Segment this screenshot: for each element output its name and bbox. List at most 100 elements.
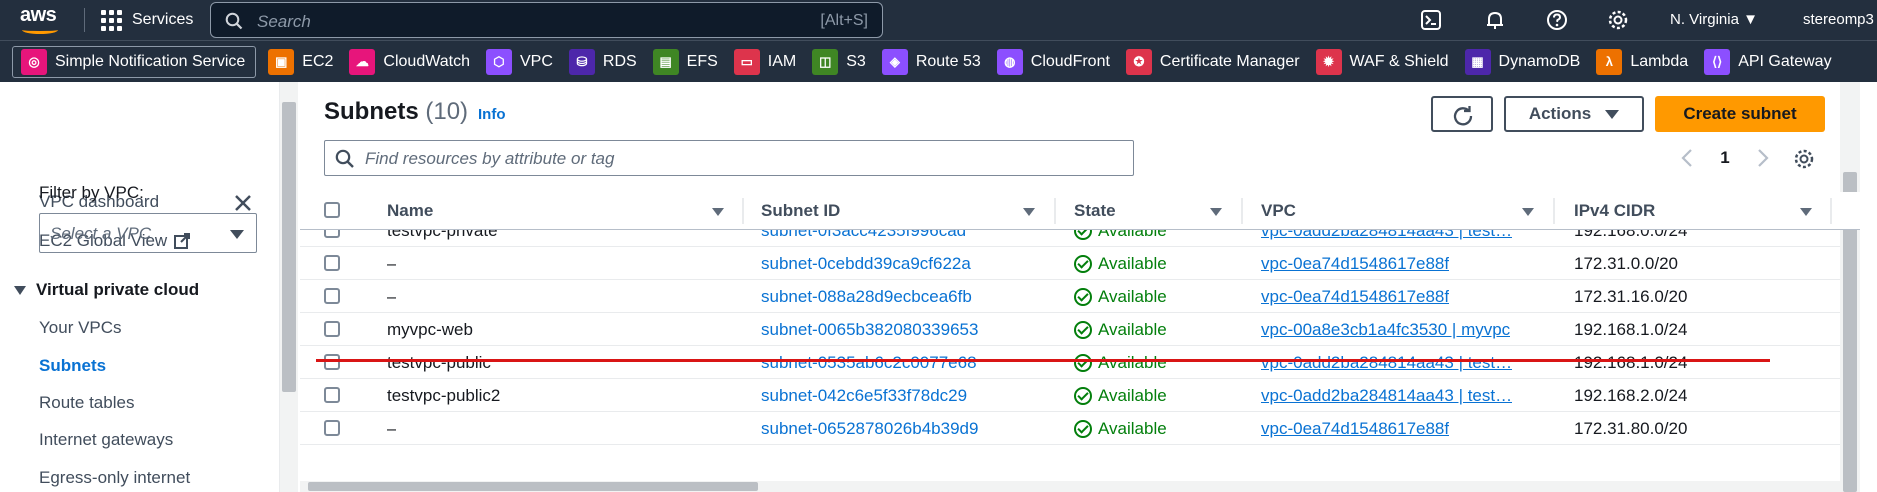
favorite-efs[interactable]: ▤ EFS bbox=[649, 46, 730, 78]
notifications-bell-icon[interactable] bbox=[1484, 9, 1506, 31]
sort-icon[interactable] bbox=[712, 208, 724, 216]
table-row[interactable]: – subnet-088a28d9ecbcea6fb Available vpc-0e… bbox=[300, 280, 1860, 313]
column-header-subnet-id[interactable]: Subnet ID bbox=[761, 201, 840, 221]
sidebar-scrollbar[interactable] bbox=[280, 82, 298, 492]
favorite-route-53[interactable]: ◈ Route 53 bbox=[878, 46, 993, 78]
aws-logo[interactable]: aws bbox=[20, 4, 62, 34]
cloudshell-icon[interactable] bbox=[1420, 9, 1442, 31]
favorite-s3[interactable]: ◫ S3 bbox=[808, 46, 878, 78]
cell-subnet-id-link[interactable]: subnet-0065b382080339653 bbox=[761, 320, 978, 340]
favorite-api-gateway[interactable]: ⟨⟩ API Gateway bbox=[1700, 46, 1843, 78]
aws-logo-text: aws bbox=[20, 4, 57, 26]
table-row[interactable]: myvpc-web subnet-0065b382080339653 Availab… bbox=[300, 313, 1860, 346]
global-search-input[interactable]: Search [Alt+S] bbox=[210, 2, 883, 38]
table-row[interactable]: – subnet-0cebdd39ca9cf622a Available vpc-0e… bbox=[300, 247, 1860, 280]
search-placeholder: Search bbox=[257, 12, 311, 31]
service-icon: ◎ bbox=[21, 48, 47, 75]
column-divider[interactable] bbox=[1830, 198, 1832, 224]
column-divider[interactable] bbox=[1553, 198, 1555, 224]
row-checkbox[interactable] bbox=[324, 321, 340, 337]
table-row[interactable]: testvpc-public subnet-0535ab6c2c0077e68 Av… bbox=[300, 346, 1860, 379]
settings-gear-icon[interactable] bbox=[1607, 9, 1629, 31]
cell-vpc-link[interactable]: vpc-0add2ba284814aa43 | test… bbox=[1261, 386, 1512, 406]
status-text: Available bbox=[1098, 386, 1167, 405]
favorite-certificate-manager[interactable]: ✪ Certificate Manager bbox=[1122, 46, 1312, 78]
table-row[interactable]: – subnet-0652878026b4b39d9 Available vpc-0e… bbox=[300, 412, 1860, 445]
close-icon[interactable] bbox=[232, 192, 254, 214]
sidebar-item-internet-gateways[interactable]: Internet gateways bbox=[39, 430, 173, 450]
account-menu[interactable]: stereomp3 bbox=[1803, 11, 1874, 28]
sidebar-item-route-tables[interactable]: Route tables bbox=[39, 393, 134, 413]
row-checkbox[interactable] bbox=[324, 387, 340, 403]
chevron-right-icon[interactable] bbox=[1756, 148, 1770, 168]
cell-vpc-link[interactable]: vpc-0ea74d1548617e88f bbox=[1261, 254, 1449, 274]
table-row[interactable]: testvpc-public2 subnet-042c6e5f33f78dc29 A… bbox=[300, 379, 1860, 412]
horizontal-scrollbar[interactable] bbox=[300, 481, 1840, 492]
service-icon: ✪ bbox=[1125, 48, 1152, 75]
favorite-iam[interactable]: ▭ IAM bbox=[730, 46, 808, 78]
cell-subnet-id-link[interactable]: subnet-0652878026b4b39d9 bbox=[761, 419, 978, 439]
create-subnet-button[interactable]: Create subnet bbox=[1655, 96, 1825, 132]
cell-subnet-id-link[interactable]: subnet-042c6e5f33f78dc29 bbox=[761, 386, 967, 406]
cell-vpc-link[interactable]: vpc-00a8e3cb1a4fc3530 | myvpc bbox=[1261, 320, 1510, 340]
column-header-name[interactable]: Name bbox=[387, 201, 433, 221]
vertical-scrollbar[interactable] bbox=[1840, 82, 1860, 492]
status-success-icon bbox=[1074, 387, 1092, 405]
column-header-ipv4-cidr[interactable]: IPv4 CIDR bbox=[1574, 201, 1655, 221]
filter-by-vpc-label: Filter by VPC: bbox=[39, 183, 144, 202]
chevron-left-icon[interactable] bbox=[1680, 148, 1694, 168]
row-checkbox[interactable] bbox=[324, 420, 340, 436]
cell-subnet-id-link[interactable]: subnet-0535ab6c2c0077e68 bbox=[761, 353, 977, 373]
row-checkbox[interactable] bbox=[324, 354, 340, 370]
sidebar-item-subnets[interactable]: Subnets bbox=[39, 356, 106, 376]
resource-filter-input[interactable]: Find resources by attribute or tag bbox=[324, 140, 1134, 176]
favorite-waf-shield[interactable]: ✹ WAF & Shield bbox=[1312, 46, 1461, 78]
row-checkbox[interactable] bbox=[324, 255, 340, 271]
sidebar-item-your-vpcs[interactable]: Your VPCs bbox=[39, 318, 122, 338]
column-header-vpc[interactable]: VPC bbox=[1261, 201, 1296, 221]
status-success-icon bbox=[1074, 288, 1092, 306]
favorite-cloudwatch[interactable]: ☁ CloudWatch bbox=[345, 46, 482, 78]
favorite-rds[interactable]: ⛁ RDS bbox=[565, 46, 649, 78]
cell-vpc-link[interactable]: vpc-0add2ba284814aa43 | test… bbox=[1261, 353, 1512, 373]
service-icon: λ bbox=[1596, 48, 1623, 75]
region-selector[interactable]: N. Virginia ▼ bbox=[1670, 11, 1758, 28]
sidebar-section-virtual-private-cloud[interactable]: Virtual private cloud bbox=[14, 280, 199, 300]
sort-icon[interactable] bbox=[1023, 208, 1035, 216]
table-preferences-gear-icon[interactable] bbox=[1793, 148, 1815, 170]
sort-icon[interactable] bbox=[1210, 208, 1222, 216]
refresh-button[interactable] bbox=[1431, 96, 1493, 132]
services-menu-button[interactable]: Services bbox=[100, 8, 193, 32]
help-icon[interactable] bbox=[1546, 9, 1568, 31]
row-checkbox[interactable] bbox=[324, 288, 340, 304]
sort-icon[interactable] bbox=[1800, 208, 1812, 216]
info-link[interactable]: Info bbox=[478, 106, 506, 123]
select-placeholder: Select a VPC bbox=[50, 224, 152, 243]
favorite-vpc[interactable]: ⬡ VPC bbox=[482, 46, 565, 78]
scrollbar-thumb[interactable] bbox=[282, 102, 296, 392]
favorite-ec2[interactable]: ▣ EC2 bbox=[264, 46, 345, 78]
column-header-state[interactable]: State bbox=[1074, 201, 1116, 221]
favorite-cloudfront[interactable]: ◍ CloudFront bbox=[993, 46, 1122, 78]
favorite-simple-notification-service[interactable]: ◎ Simple Notification Service bbox=[12, 45, 257, 78]
status-success-icon bbox=[1074, 420, 1092, 438]
favorites-bar: ◎ Simple Notification Service ▣ EC2 ☁ CloudWa… bbox=[0, 40, 1877, 82]
sort-icon[interactable] bbox=[1522, 208, 1534, 216]
favorite-dynamodb[interactable]: ▦ DynamoDB bbox=[1461, 46, 1593, 78]
column-divider[interactable] bbox=[742, 198, 744, 224]
cell-subnet-id-link[interactable]: subnet-088a28d9ecbcea6fb bbox=[761, 287, 972, 307]
page-number[interactable]: 1 bbox=[1720, 148, 1729, 168]
scrollbar-thumb[interactable] bbox=[308, 482, 758, 491]
favorite-label: Lambda bbox=[1630, 52, 1689, 70]
sidebar-item-egress-only-internet[interactable]: Egress-only internet bbox=[39, 468, 190, 488]
cell-vpc-link[interactable]: vpc-0ea74d1548617e88f bbox=[1261, 419, 1449, 439]
select-all-checkbox[interactable] bbox=[324, 202, 340, 218]
favorite-lambda[interactable]: λ Lambda bbox=[1592, 46, 1700, 78]
actions-dropdown-button[interactable]: Actions bbox=[1504, 96, 1644, 132]
cell-subnet-id-link[interactable]: subnet-0cebdd39ca9cf622a bbox=[761, 254, 971, 274]
vpc-filter-select[interactable]: Select a VPC bbox=[39, 213, 257, 253]
column-divider[interactable] bbox=[1241, 198, 1243, 224]
column-divider[interactable] bbox=[1054, 198, 1056, 224]
service-icon: ▤ bbox=[652, 48, 679, 75]
cell-vpc-link[interactable]: vpc-0ea74d1548617e88f bbox=[1261, 287, 1449, 307]
